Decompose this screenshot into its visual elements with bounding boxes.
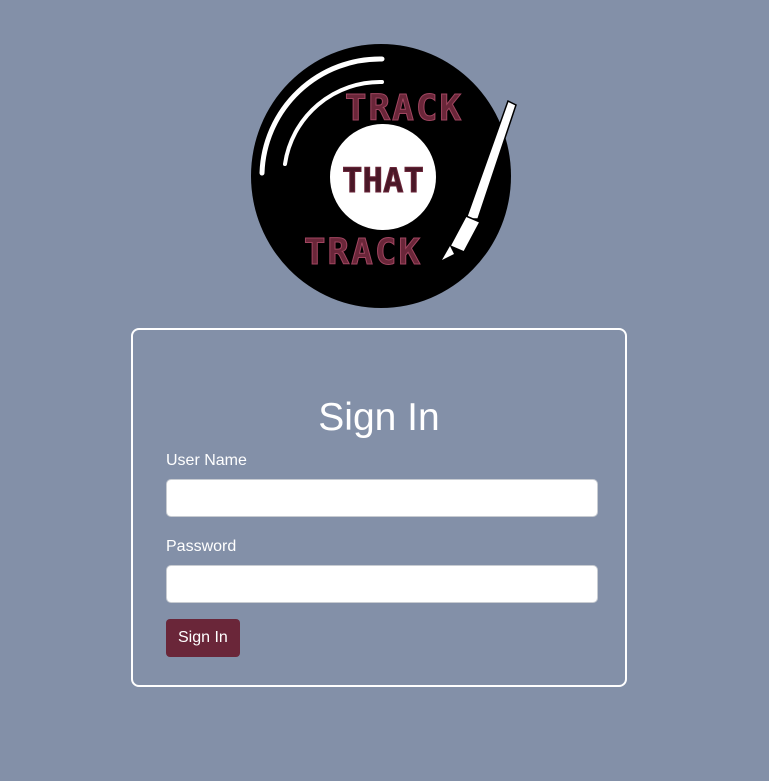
password-input[interactable]	[166, 565, 598, 603]
username-label: User Name	[166, 452, 247, 469]
sign-in-card: Sign In User Name Password Sign In	[131, 328, 627, 687]
logo-word-top: TRACK	[345, 88, 463, 129]
sign-in-title: Sign In	[318, 396, 440, 439]
username-input[interactable]	[166, 479, 598, 517]
sign-in-button[interactable]: Sign In	[166, 619, 240, 657]
logo-word-bottom: TRACK	[304, 232, 422, 273]
logo-word-middle: THAT	[342, 161, 424, 201]
login-page: TRACK THAT TRACK Sign In User Name Passw…	[0, 0, 769, 781]
password-label: Password	[166, 538, 237, 555]
track-that-track-logo: TRACK THAT TRACK	[251, 44, 517, 308]
